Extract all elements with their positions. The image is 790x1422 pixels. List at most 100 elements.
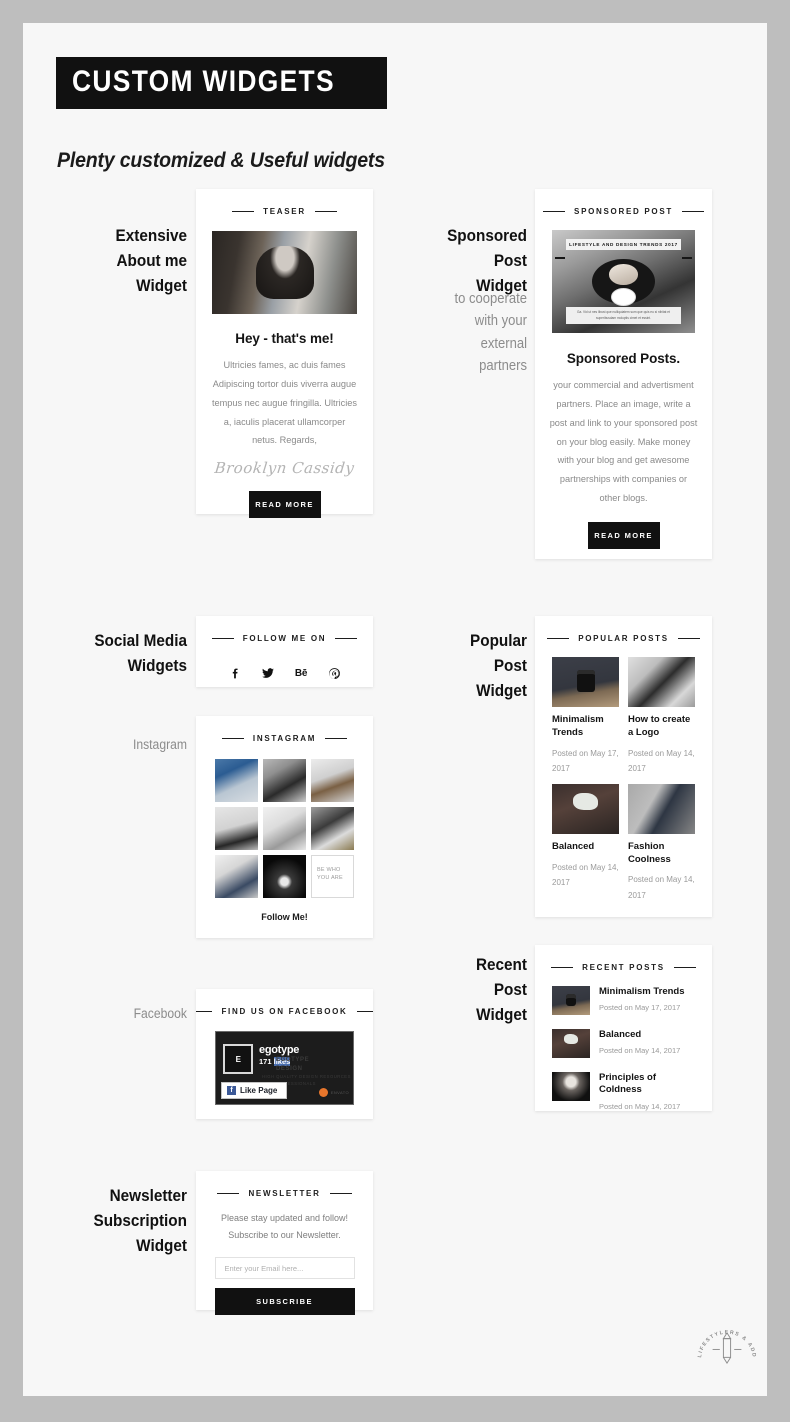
poster-face [609, 263, 638, 285]
facebook-page-embed[interactable]: E egotype 171 likes EGOTYPE DESIGN HIGH … [215, 1031, 354, 1105]
popular-post-item[interactable]: Fashion Coolness Posted on May 14, 2017 [628, 783, 695, 904]
widget-heading-text: SPONSORED POST [574, 207, 673, 216]
photo-fill [215, 855, 258, 898]
behance-icon[interactable]: Bē [293, 665, 309, 681]
photo-fill [215, 807, 258, 850]
poster-title: LIFESTYLE AND DESIGN TRENDS 2017 [566, 239, 681, 251]
facebook-icon[interactable] [227, 665, 243, 681]
widget-heading-recent: RECENT POSTS [535, 963, 712, 972]
section-label-newsletter: Newsletter Subscription Widget [93, 1186, 187, 1256]
instagram-tile[interactable] [263, 759, 306, 802]
rule-right [673, 967, 696, 968]
sponsored-title: Sponsored Posts. [566, 351, 681, 366]
instagram-tile[interactable] [263, 807, 306, 850]
rule-left [211, 638, 234, 639]
poster-caption: Ga. Vid ut nes libust que nulliquiatem s… [566, 307, 681, 324]
popular-post-item[interactable]: How to create a Logo Posted on May 14, 2… [628, 657, 695, 777]
newsletter-widget: NEWSLETTER Please stay updated and follo… [196, 1171, 373, 1316]
widget-heading-newsletter: NEWSLETTER [196, 1189, 373, 1198]
post-thumbnail [552, 1072, 590, 1101]
widget-heading-text: INSTAGRAM [252, 734, 317, 743]
envato-badge-label: ENVATO [330, 1090, 349, 1095]
photo-fill [552, 1029, 590, 1058]
popular-post-item[interactable]: Balanced Posted on May 14, 2017 [552, 783, 619, 904]
photo-fill [311, 807, 354, 850]
section-label-about: Extensive About me Widget [115, 226, 187, 296]
svg-text:FOR LIFESTYLERS & ADDICTS: FOR LIFESTYLERS & ADDICTS [691, 1312, 757, 1361]
sponsored-poster-image: LIFESTYLE AND DESIGN TRENDS 2017 Ga. Vid… [552, 230, 695, 333]
photo-fill [311, 759, 354, 802]
rule-right [329, 1193, 352, 1194]
popular-post-item[interactable]: Minimalism Trends Posted on May 17, 2017 [552, 657, 619, 777]
photo-fill [552, 1072, 590, 1101]
section-label-popular: Popular Post Widget [470, 631, 527, 701]
rule-left [196, 1011, 213, 1012]
post-title: Fashion Coolness [628, 840, 671, 865]
popular-posts-grid: Minimalism Trends Posted on May 17, 2017… [535, 643, 712, 904]
rule-left [217, 1193, 240, 1194]
page-subtitle: Plenty customized & Useful widgets [57, 149, 385, 172]
photo-fill [552, 657, 619, 707]
sponsored-read-more-button[interactable]: READ MORE [587, 522, 660, 550]
widget-heading-popular: POPULAR POSTS [535, 634, 712, 643]
photo-fill [212, 231, 357, 314]
rule-left [547, 638, 570, 639]
rule-left [232, 211, 255, 212]
post-date: Posted on May 14, 2017 [599, 1101, 681, 1111]
twitter-icon[interactable] [260, 665, 276, 681]
newsletter-email-input[interactable] [214, 1257, 355, 1280]
post-date: Posted on May 17, 2017 [599, 1003, 681, 1013]
post-title: Balanced [599, 1029, 642, 1040]
instagram-tile-quote[interactable]: BE WHO YOU ARE [311, 855, 354, 898]
facebook-like-page-button[interactable]: f Like Page [221, 1082, 288, 1099]
facebook-avatar: E [223, 1044, 253, 1074]
instagram-tile[interactable] [215, 807, 258, 850]
sponsored-body: your commercial and advertisment partner… [549, 380, 698, 504]
post-title: Balanced [552, 840, 595, 852]
section-label-recent: Recent Post Widget [475, 955, 527, 1025]
instagram-tile[interactable] [215, 759, 258, 802]
instagram-tile[interactable] [311, 759, 354, 802]
instagram-grid: BE WHO YOU ARE [196, 759, 373, 898]
recent-post-item[interactable]: Minimalism Trends Posted on May 17, 2017 [535, 986, 712, 1015]
widget-heading-facebook: FIND US ON FACEBOOK [196, 1007, 373, 1016]
post-thumbnail [552, 657, 619, 707]
widget-heading-text: FOLLOW ME ON [242, 634, 327, 643]
behance-glyph: Bē [294, 667, 308, 679]
post-title: Minimalism Trends [552, 714, 604, 738]
page-title-bar: CUSTOM WIDGETS [56, 57, 387, 109]
post-date: Posted on May 14, 2017 [599, 1046, 681, 1056]
photo-fill [552, 986, 590, 1015]
instagram-follow-link[interactable]: Follow Me! [196, 912, 373, 922]
envato-dot-icon [318, 1088, 328, 1097]
newsletter-subscribe-button[interactable]: SUBSCRIBE [214, 1288, 355, 1316]
post-title: Minimalism Trends [599, 986, 685, 997]
instagram-tile[interactable] [311, 807, 354, 850]
recent-post-item[interactable]: Principles of Coldness Posted on May 14,… [535, 1072, 712, 1111]
footer-logo-arc-text: FOR LIFESTYLERS & ADDICTS [688, 1308, 755, 1361]
instagram-tile[interactable] [263, 855, 306, 898]
rule-right [356, 1011, 373, 1012]
instagram-tile[interactable] [215, 855, 258, 898]
widget-heading-text: POPULAR POSTS [578, 634, 669, 643]
poster-tick-left [554, 256, 565, 259]
about-me-photo [212, 231, 357, 314]
about-me-read-more-button[interactable]: READ MORE [248, 491, 321, 519]
recent-post-item[interactable]: Balanced Posted on May 14, 2017 [535, 1029, 712, 1058]
about-me-widget: TEASER Hey - that's me! Ultricies fames,… [196, 189, 373, 519]
post-date: Posted on May 14, 2017 [628, 875, 695, 901]
rule-right [335, 638, 358, 639]
section-label-instagram: Instagram [132, 737, 187, 752]
quote-tile: BE WHO YOU ARE [311, 855, 354, 898]
social-icon-row: Bē [196, 665, 373, 681]
post-thumbnail [552, 986, 590, 1015]
rule-right [677, 638, 700, 639]
widget-heading-text: NEWSLETTER [248, 1189, 321, 1198]
photo-fill [263, 807, 306, 850]
poster-tick-right [682, 256, 693, 259]
page-canvas: CUSTOM WIDGETS Plenty customized & Usefu… [23, 23, 767, 1396]
social-media-widget: FOLLOW ME ON Bē [196, 616, 373, 687]
rule-left [221, 738, 244, 739]
pinterest-icon[interactable] [326, 665, 342, 681]
widget-heading-text: FIND US ON FACEBOOK [221, 1007, 348, 1016]
